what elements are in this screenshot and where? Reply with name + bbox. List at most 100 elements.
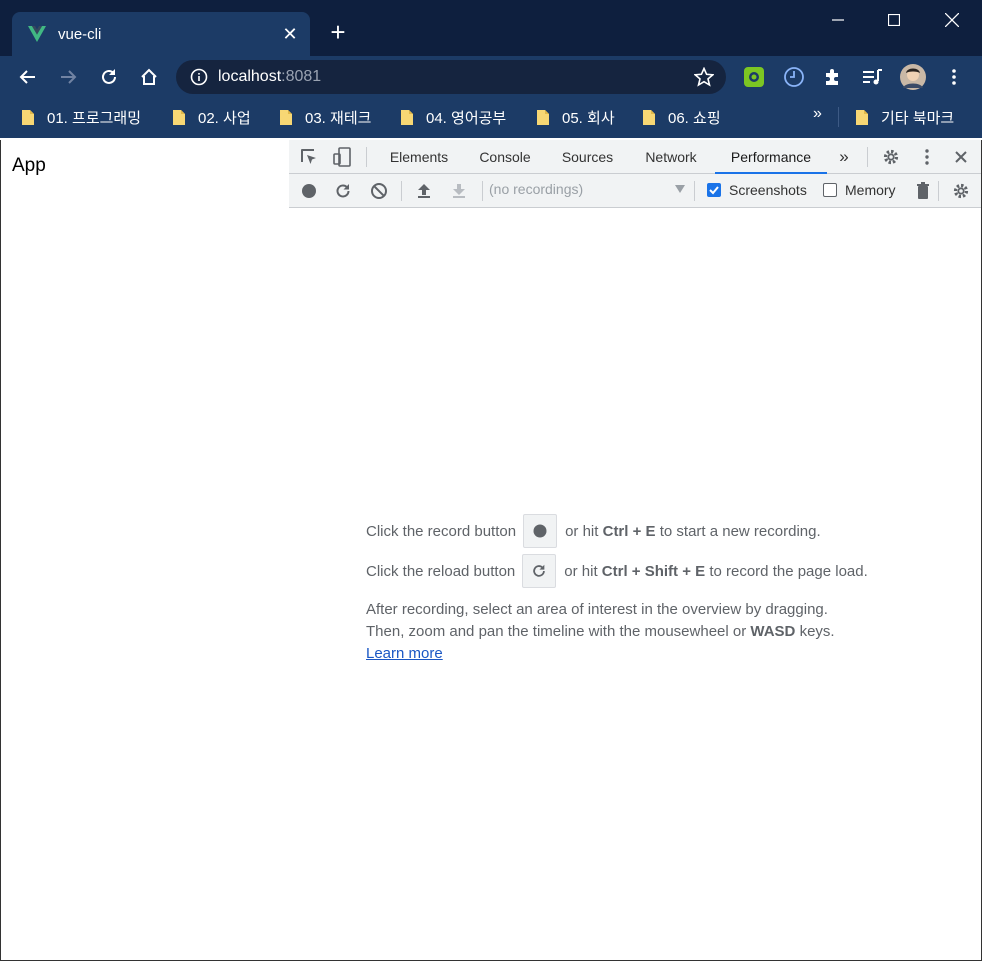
- reload-hint-prefix: Click the reload button: [366, 562, 516, 580]
- home-icon: [141, 68, 157, 85]
- device-toolbar-button[interactable]: [331, 146, 353, 168]
- folder-icon: [856, 109, 868, 125]
- reload-hint-mid: or hit: [564, 562, 598, 580]
- reload-icon: [533, 564, 546, 577]
- bookmark-folder[interactable]: 06. 쇼핑: [642, 106, 721, 128]
- more-tabs-button[interactable]: »: [834, 140, 854, 174]
- after-recording-text1: After recording, select an area of inter…: [366, 601, 828, 618]
- reload-hint-line: Click the reload button or hit Ctrl + Sh…: [366, 554, 868, 588]
- clear-button[interactable]: [368, 180, 390, 202]
- devtools-divider: [938, 181, 939, 201]
- folder-icon: [280, 109, 292, 125]
- url-port: :8081: [281, 68, 322, 85]
- bookmark-folder[interactable]: 03. 재테크: [279, 106, 371, 128]
- garbage-collect-button[interactable]: [912, 180, 934, 202]
- folder-icon: [22, 109, 34, 125]
- forward-button[interactable]: [53, 62, 83, 92]
- bookmarks-overflow-button[interactable]: »: [813, 105, 822, 123]
- memory-checkbox[interactable]: [823, 183, 837, 197]
- devtools-close-button[interactable]: [950, 146, 972, 168]
- gear-icon: [883, 149, 899, 165]
- bookmark-label: 02. 사업: [198, 109, 251, 127]
- device-mobile-icon: [333, 147, 351, 167]
- recordings-placeholder: (no recordings): [489, 181, 584, 197]
- landing-record-button[interactable]: [523, 514, 558, 548]
- devtools-divider: [867, 147, 868, 167]
- reload-hint-suffix: to record the page load.: [709, 562, 868, 580]
- maximize-button[interactable]: [866, 0, 922, 40]
- extension-green-button[interactable]: [739, 62, 769, 92]
- capture-settings-button[interactable]: [950, 180, 972, 202]
- bookmark-star-icon[interactable]: [694, 67, 714, 87]
- chrome-menu-button[interactable]: [939, 62, 969, 92]
- more-vertical-icon: [952, 69, 956, 85]
- browser-tab[interactable]: vue-cli ✕: [12, 12, 310, 56]
- download-icon: [453, 184, 465, 198]
- bookmark-label: 05. 회사: [562, 109, 615, 127]
- folder-icon: [173, 109, 185, 125]
- learn-more-link[interactable]: Learn more: [366, 645, 443, 662]
- tab-elements[interactable]: Elements: [389, 140, 449, 174]
- bookmark-label: 04. 영어공부: [426, 109, 507, 127]
- upload-icon: [418, 184, 430, 198]
- browser-toolbar: localhost:8081: [0, 56, 982, 98]
- clear-block-icon: [371, 183, 387, 199]
- new-tab-button[interactable]: +: [324, 18, 352, 46]
- record-hint-prefix: Click the record button: [366, 522, 517, 540]
- bookmarks-bar: 01. 프로그래밍 02. 사업 03. 재테크 04. 영어공부 05. 회사…: [0, 98, 982, 138]
- reload-button[interactable]: [94, 62, 124, 92]
- devtools-divider: [482, 181, 483, 201]
- maximize-icon: [888, 14, 900, 26]
- home-button[interactable]: [134, 62, 164, 92]
- chevron-down-icon: [675, 185, 685, 193]
- url-host: localhost: [218, 68, 282, 85]
- load-profile-button[interactable]: [413, 180, 435, 202]
- tab-sources[interactable]: Sources: [560, 140, 615, 174]
- media-control-button[interactable]: [858, 62, 888, 92]
- inspect-element-button[interactable]: [298, 146, 320, 168]
- folder-icon: [537, 109, 549, 125]
- save-profile-button[interactable]: [448, 180, 470, 202]
- trash-icon: [917, 182, 929, 199]
- reload-record-button[interactable]: [332, 180, 354, 202]
- extensions-button[interactable]: [818, 62, 848, 92]
- devtools-divider: [694, 181, 695, 201]
- minimize-button[interactable]: [810, 0, 866, 40]
- tab-console[interactable]: Console: [476, 140, 534, 174]
- tab-network[interactable]: Network: [641, 140, 701, 174]
- site-info-icon[interactable]: [190, 68, 208, 86]
- profile-button[interactable]: [898, 62, 928, 92]
- screenshots-checkbox[interactable]: [707, 183, 721, 197]
- reload-icon: [336, 184, 350, 198]
- record-icon: [302, 184, 316, 198]
- close-window-button[interactable]: [924, 0, 980, 40]
- clock-icon: [784, 67, 804, 87]
- avatar: [900, 64, 926, 90]
- devtools-settings-button[interactable]: [880, 146, 902, 168]
- back-button[interactable]: [13, 62, 43, 92]
- tab-performance[interactable]: Performance: [715, 140, 827, 174]
- other-bookmarks-folder[interactable]: 기타 북마크: [855, 106, 954, 128]
- devtools-panel: Elements Console Sources Network Perform…: [289, 140, 981, 960]
- gear-icon: [953, 183, 969, 199]
- more-vertical-icon: [925, 149, 929, 165]
- devtools-menu-button[interactable]: [916, 146, 938, 168]
- address-bar[interactable]: localhost:8081: [176, 60, 726, 94]
- after-recording-text2: Then, zoom and pan the timeline with the…: [366, 623, 747, 640]
- record-icon: [533, 524, 547, 538]
- recordings-select[interactable]: (no recordings): [489, 181, 685, 201]
- folder-icon: [401, 109, 413, 125]
- bookmark-folder[interactable]: 05. 회사: [536, 106, 615, 128]
- bookmark-label: 01. 프로그래밍: [47, 109, 142, 127]
- inspect-cursor-icon: [301, 149, 316, 164]
- performance-toolbar: (no recordings) Screenshots Memory: [289, 174, 981, 208]
- extension-clock-button[interactable]: [779, 62, 809, 92]
- bookmark-folder[interactable]: 04. 영어공부: [400, 106, 506, 128]
- tab-close-icon[interactable]: ✕: [276, 20, 304, 48]
- bookmark-label: 기타 북마크: [881, 109, 955, 127]
- landing-reload-button[interactable]: [522, 554, 557, 588]
- after-recording-line2: Then, zoom and pan the timeline with the…: [366, 623, 835, 640]
- bookmark-folder[interactable]: 02. 사업: [172, 106, 251, 128]
- record-button[interactable]: [298, 180, 320, 202]
- bookmark-folder[interactable]: 01. 프로그래밍: [21, 106, 141, 128]
